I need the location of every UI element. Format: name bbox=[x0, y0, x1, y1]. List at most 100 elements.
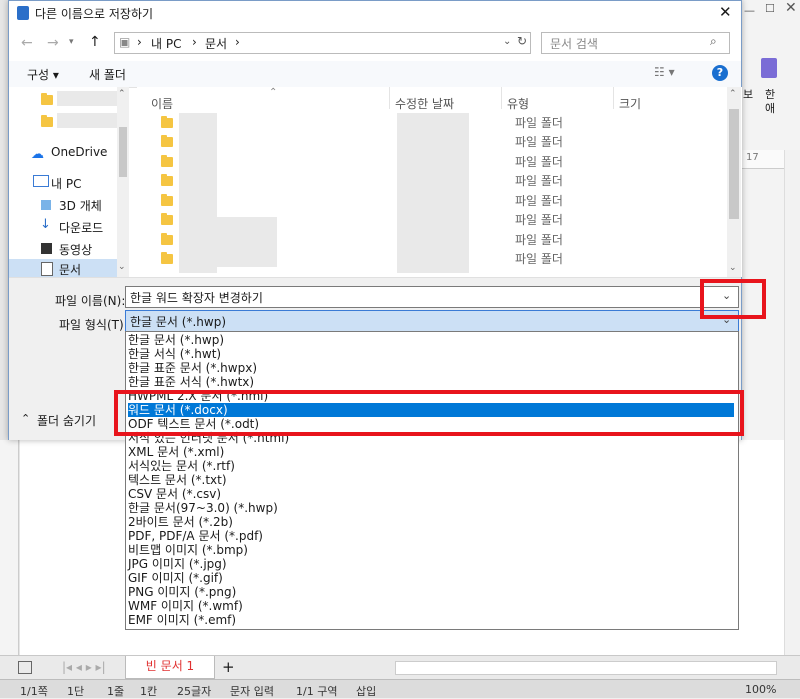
search-input[interactable]: 문서 검색 ⌕ bbox=[541, 32, 730, 54]
ruler-mark: 17 bbox=[746, 152, 759, 163]
column-name[interactable]: 이름 bbox=[151, 95, 173, 112]
new-folder-button[interactable]: 새 폴더 bbox=[89, 66, 126, 83]
filetype-option[interactable]: 비트맵 이미지 (*.bmp) bbox=[128, 543, 734, 557]
filetype-option[interactable]: WMF 이미지 (*.wmf) bbox=[128, 599, 734, 613]
filetype-option[interactable]: XML 문서 (*.xml) bbox=[128, 445, 734, 459]
nav-scrollbar[interactable]: ⌃ ⌄ bbox=[117, 87, 129, 277]
view-options-icon[interactable]: ☷ ▾ bbox=[654, 65, 675, 79]
tab-document-1[interactable]: 빈 문서 1 bbox=[125, 656, 215, 679]
scroll-down-icon[interactable]: ⌄ bbox=[118, 262, 126, 272]
horizontal-scrollbar[interactable] bbox=[395, 661, 777, 675]
dialog-titlebar: 다른 이름으로 저장하기 ✕ bbox=[9, 1, 741, 25]
vertical-ruler bbox=[0, 440, 19, 655]
help-icon[interactable]: ? bbox=[712, 65, 728, 81]
scroll-up-icon[interactable]: ⌃ bbox=[729, 89, 737, 99]
folder-icon bbox=[161, 174, 173, 186]
filetype-option[interactable]: 한글 표준 서식 (*.hwtx) bbox=[128, 375, 734, 389]
folder-type-cell: 파일 폴더 bbox=[515, 135, 563, 149]
filetype-option[interactable]: 텍스트 문서 (*.txt) bbox=[128, 473, 734, 487]
hwp-app-icon bbox=[17, 6, 29, 20]
search-placeholder: 문서 검색 bbox=[550, 37, 598, 51]
minimize-icon[interactable]: — bbox=[744, 4, 755, 17]
refresh-icon[interactable]: ↻ bbox=[517, 34, 527, 48]
filename-field[interactable]: 한글 워드 확장자 변경하기 ⌄ bbox=[125, 286, 739, 308]
folder-type-cell: 파일 폴더 bbox=[515, 252, 563, 266]
maximize-icon[interactable]: ☐ bbox=[765, 2, 775, 15]
organize-button[interactable]: 구성 ▾ bbox=[27, 66, 59, 83]
filename-value: 한글 워드 확장자 변경하기 bbox=[130, 291, 263, 305]
column-divider bbox=[613, 87, 614, 109]
filetype-option[interactable]: PDF, PDF/A 문서 (*.pdf) bbox=[128, 529, 734, 543]
scroll-down-icon[interactable]: ⌄ bbox=[729, 263, 737, 273]
column-type[interactable]: 유형 bbox=[507, 95, 529, 112]
address-dropdown-icon[interactable]: ⌄ bbox=[503, 36, 511, 47]
folder-icon bbox=[161, 233, 173, 245]
nav-scroll-thumb[interactable] bbox=[119, 127, 127, 177]
recent-dropdown-icon[interactable]: ▾ bbox=[69, 37, 74, 47]
filetype-option[interactable]: 서식있는 문서 (*.rtf) bbox=[128, 459, 734, 473]
dialog-title: 다른 이름으로 저장하기 bbox=[35, 7, 154, 21]
app-close-icon[interactable]: ✕ bbox=[785, 0, 797, 16]
folder-type-cell: 파일 폴더 bbox=[515, 233, 563, 247]
sort-asc-icon: ⌃ bbox=[269, 87, 278, 98]
filetype-option[interactable]: PNG 이미지 (*.png) bbox=[128, 585, 734, 599]
objects3d-icon bbox=[41, 200, 51, 210]
tab-nav-arrows-icon[interactable]: |◂ ◂ ▸ ▸| bbox=[62, 660, 106, 674]
folder-icon bbox=[41, 115, 53, 127]
filetype-option[interactable]: 한글 서식 (*.hwt) bbox=[128, 347, 734, 361]
filetype-option[interactable]: GIF 이미지 (*.gif) bbox=[128, 571, 734, 585]
close-icon[interactable]: ✕ bbox=[719, 3, 732, 21]
document-icon bbox=[41, 262, 53, 276]
folder-icon bbox=[161, 194, 173, 206]
filetype-dropdown-list: 한글 문서 (*.hwp) 한글 서식 (*.hwt) 한글 표준 문서 (*.hw… bbox=[125, 331, 739, 630]
nav-onedrive[interactable]: OneDrive bbox=[51, 145, 107, 159]
app-ribbon-icon[interactable] bbox=[761, 58, 777, 78]
column-divider bbox=[501, 87, 502, 109]
nav-3d-objects[interactable]: 3D 개체 bbox=[59, 197, 102, 214]
column-size[interactable]: 크기 bbox=[619, 95, 641, 112]
folder-icon bbox=[41, 93, 53, 105]
document-vertical-scrollbar[interactable] bbox=[784, 150, 800, 655]
highlight-box-docx-odt bbox=[114, 390, 744, 436]
column-modified[interactable]: 수정한 날짜 bbox=[395, 95, 454, 112]
filetype-option[interactable]: CSV 문서 (*.csv) bbox=[128, 487, 734, 501]
status-bar: 1/1쪽 1단 1줄 1칸 25글자 문자 입력 1/1 구역 삽입 100% bbox=[0, 679, 800, 698]
blurred-modified-dates bbox=[397, 113, 469, 273]
filetype-label: 파일 형식(T): bbox=[59, 318, 128, 332]
status-zoom[interactable]: 100% bbox=[745, 683, 776, 696]
blurred-folder-names[interactable] bbox=[179, 113, 217, 273]
up-icon[interactable]: ↑ bbox=[89, 34, 101, 50]
filetype-option[interactable]: 한글 표준 문서 (*.hwpx) bbox=[128, 361, 734, 375]
tab-list-icon[interactable] bbox=[18, 661, 32, 674]
filetype-option[interactable]: 한글 문서 (*.hwp) bbox=[128, 333, 734, 347]
forward-icon[interactable]: → bbox=[47, 35, 59, 51]
scroll-up-icon[interactable]: ⌃ bbox=[118, 89, 126, 99]
column-divider bbox=[389, 87, 390, 109]
video-icon bbox=[41, 243, 52, 254]
filetype-select[interactable]: 한글 문서 (*.hwp) ⌄ bbox=[125, 310, 739, 332]
breadcrumb-documents[interactable]: 문서 bbox=[205, 35, 227, 52]
breadcrumb-this-pc[interactable]: 내 PC bbox=[151, 35, 181, 52]
folder-icon bbox=[161, 252, 173, 264]
nav-videos[interactable]: 동영상 bbox=[59, 241, 92, 258]
nav-downloads[interactable]: 다운로드 bbox=[59, 219, 103, 236]
blurred-folder-name bbox=[57, 113, 117, 128]
folder-type-cell: 파일 폴더 bbox=[515, 116, 563, 130]
onedrive-icon: ☁ bbox=[31, 147, 44, 162]
ribbon-label-3: 애 bbox=[765, 102, 776, 115]
filetype-option[interactable]: JPG 이미지 (*.jpg) bbox=[128, 557, 734, 571]
hide-folders-button[interactable]: 폴더 숨기기 bbox=[37, 412, 96, 429]
filetype-option[interactable]: 2바이트 문서 (*.2b) bbox=[128, 515, 734, 529]
file-scroll-thumb[interactable] bbox=[729, 109, 739, 219]
address-bar[interactable]: ▣ › 내 PC › 문서 › ⌄ ↻ bbox=[114, 32, 531, 54]
add-tab-icon[interactable]: + bbox=[222, 658, 235, 676]
filetype-option[interactable]: EMF 이미지 (*.emf) bbox=[128, 613, 734, 627]
filetype-option[interactable]: 한글 문서(97~3.0) (*.hwp) bbox=[128, 501, 734, 515]
nav-documents-selected[interactable]: 문서 bbox=[9, 259, 129, 277]
back-icon[interactable]: ← bbox=[21, 35, 33, 51]
file-list: 이름 ⌃ 수정한 날짜 유형 크기 파일 폴더 파일 폴더 파일 폴더 파일 폴더 파일… bbox=[137, 87, 742, 277]
file-list-scrollbar[interactable]: ⌃ ⌄ bbox=[727, 87, 741, 277]
nav-this-pc[interactable]: 내 PC bbox=[51, 175, 81, 192]
column-header-row: 이름 ⌃ 수정한 날짜 유형 크기 bbox=[137, 87, 742, 111]
folder-icon bbox=[161, 155, 173, 167]
